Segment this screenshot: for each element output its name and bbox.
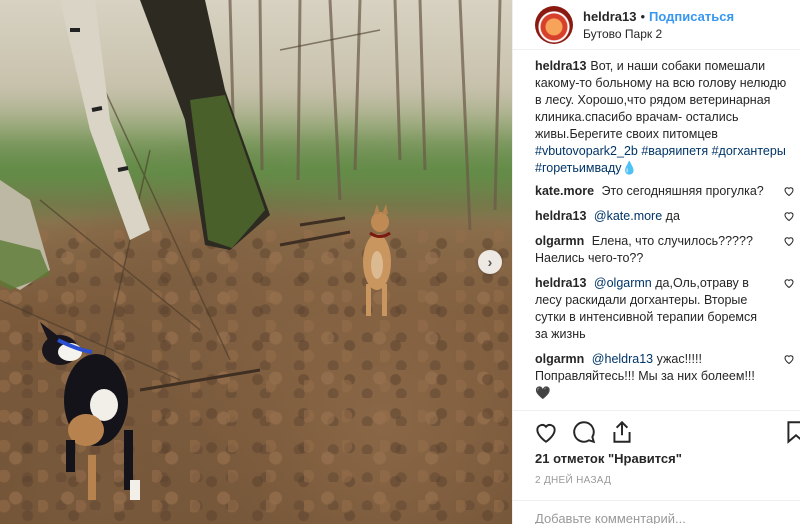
comment-item: olgarmn Елена, что случилось????? Наелис… bbox=[535, 233, 799, 267]
location-link[interactable]: Бутово Парк 2 bbox=[583, 27, 734, 41]
save-button[interactable] bbox=[783, 419, 800, 445]
comment-item: heldra13 @kate.more да bbox=[535, 208, 799, 225]
comment-username[interactable]: heldra13 bbox=[535, 209, 586, 223]
comment-input[interactable] bbox=[535, 511, 775, 524]
header-dot: • bbox=[640, 8, 646, 24]
comment-like-button[interactable] bbox=[783, 277, 795, 289]
post-side-panel: heldra13 • Подписаться Бутово Парк 2 heldr… bbox=[512, 0, 800, 524]
header-username[interactable]: heldra13 bbox=[583, 9, 636, 24]
post-actions bbox=[513, 410, 800, 454]
comment-like-button[interactable] bbox=[783, 210, 795, 222]
comment-like-button[interactable] bbox=[783, 185, 795, 197]
drop-emoji: 💧 bbox=[621, 161, 638, 175]
comment-icon bbox=[573, 421, 596, 444]
comment-username[interactable]: heldra13 bbox=[535, 276, 586, 290]
heart-icon bbox=[784, 355, 794, 365]
hashtag-link[interactable]: #догхантеры bbox=[712, 144, 786, 158]
post-timestamp[interactable]: 2 ДНЕЙ НАЗАД bbox=[535, 475, 611, 486]
next-photo-button[interactable]: › bbox=[478, 250, 502, 274]
comment-text: да bbox=[665, 209, 680, 223]
hashtag-link[interactable]: #vbutovopark2_2b bbox=[535, 144, 638, 158]
like-button[interactable] bbox=[533, 419, 559, 445]
comment-username[interactable]: kate.more bbox=[535, 184, 594, 198]
heart-icon bbox=[784, 187, 794, 197]
heart-icon bbox=[784, 212, 794, 222]
comment-item: kate.more Это сегодняшняя прогулка? bbox=[535, 183, 799, 200]
forest-scene bbox=[0, 0, 502, 500]
post-caption: heldra13 Вот, и наши собаки помешали како… bbox=[535, 58, 799, 177]
share-icon bbox=[613, 420, 631, 443]
comment-item: olgarmn @heldra13 ужас!!!!! Поправляйтес… bbox=[535, 351, 799, 402]
follow-button[interactable]: Подписаться bbox=[649, 9, 734, 24]
heart-icon bbox=[536, 424, 556, 443]
heart-icon bbox=[784, 279, 794, 289]
comment-like-button[interactable] bbox=[783, 353, 795, 365]
dog-tricolor bbox=[40, 322, 140, 500]
comment-username[interactable]: olgarmn bbox=[535, 234, 584, 248]
comment-mention[interactable]: @olgarmn bbox=[594, 276, 652, 290]
caption-username[interactable]: heldra13 bbox=[535, 59, 586, 73]
hashtag-link[interactable]: #варяипетя bbox=[641, 144, 708, 158]
hashtag-link[interactable]: #горетьимваду bbox=[535, 161, 622, 175]
share-button[interactable] bbox=[609, 419, 635, 445]
comment-like-button[interactable] bbox=[783, 235, 795, 247]
comment-mention[interactable]: @kate.more bbox=[594, 209, 662, 223]
add-comment-bar bbox=[513, 500, 800, 524]
comments-list: heldra13 Вот, и наши собаки помешали како… bbox=[535, 58, 799, 410]
comment-text: Это сегодняшняя прогулка? bbox=[601, 184, 764, 198]
post-photo[interactable]: › bbox=[0, 0, 512, 524]
post-header: heldra13 • Подписаться Бутово Парк 2 bbox=[513, 0, 800, 50]
dog-fawn bbox=[363, 204, 391, 316]
comment-username[interactable]: olgarmn bbox=[535, 352, 584, 366]
avatar[interactable] bbox=[535, 5, 573, 44]
likes-count[interactable]: 21 отметок "Нравится" bbox=[535, 451, 682, 466]
comment-item: heldra13 @olgarmn да,Оль,отраву в лесу р… bbox=[535, 275, 799, 343]
bookmark-icon bbox=[787, 421, 800, 444]
heart-icon bbox=[784, 237, 794, 247]
comment-mention[interactable]: @heldra13 bbox=[592, 352, 653, 366]
chevron-right-icon: › bbox=[487, 254, 493, 270]
comment-button[interactable] bbox=[571, 419, 597, 445]
